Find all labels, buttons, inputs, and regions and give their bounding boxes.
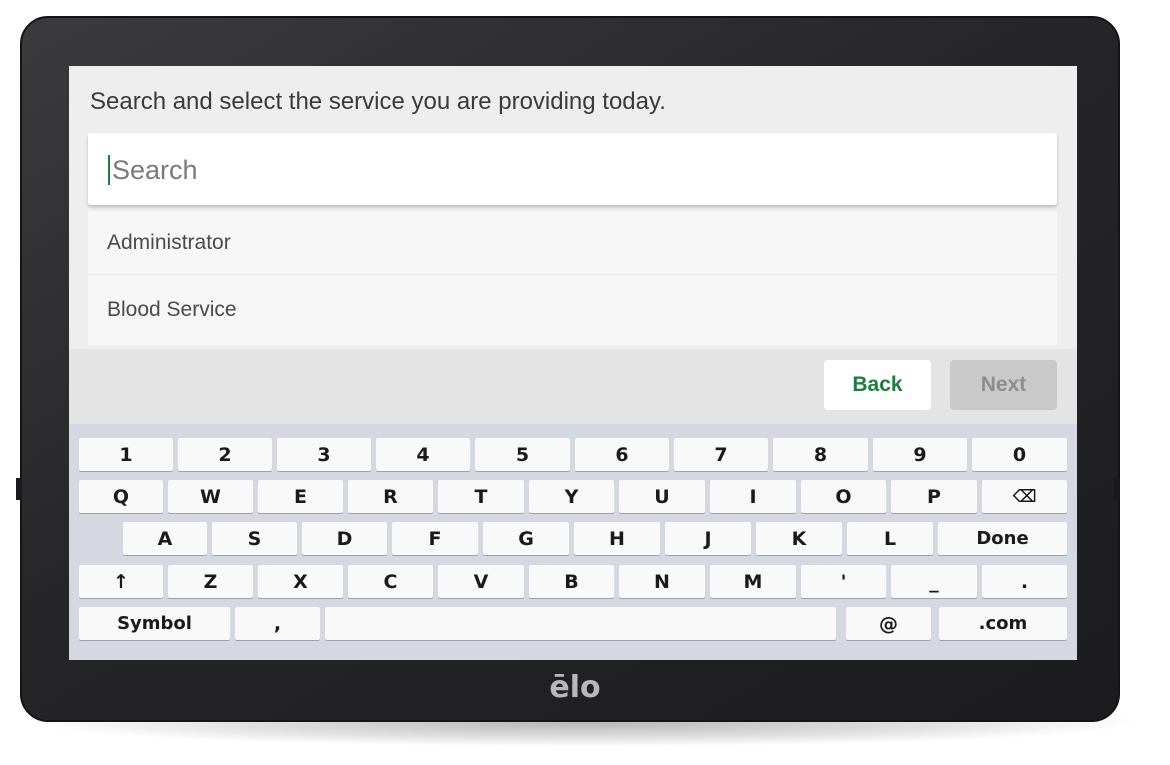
key-0[interactable]: 0 (972, 438, 1067, 471)
list-item-blood-service[interactable]: Blood Service (88, 275, 1057, 345)
period-key[interactable]: . (982, 565, 1067, 598)
elo-logo: ēlo (549, 670, 601, 705)
key-7[interactable]: 7 (674, 438, 768, 471)
key-o[interactable]: O (801, 480, 886, 513)
key-j[interactable]: J (665, 522, 751, 555)
key-k[interactable]: K (756, 522, 842, 555)
key-2[interactable]: 2 (178, 438, 272, 471)
dotcom-key[interactable]: .com (939, 607, 1067, 640)
instruction-text: Search and select the service you are pr… (90, 88, 666, 115)
key-w[interactable]: W (168, 480, 253, 513)
done-key[interactable]: Done (938, 522, 1067, 555)
key-s[interactable]: S (212, 522, 297, 555)
key-u[interactable]: U (619, 480, 705, 513)
key-4[interactable]: 4 (376, 438, 470, 471)
key-e[interactable]: E (258, 480, 343, 513)
left-side-button (16, 478, 22, 500)
key-3[interactable]: 3 (277, 438, 371, 471)
backspace-key[interactable]: ⌫ (982, 480, 1067, 513)
key-g[interactable]: G (483, 522, 569, 555)
search-box[interactable] (88, 133, 1057, 205)
key-l[interactable]: L (847, 522, 933, 555)
search-input[interactable] (110, 147, 1034, 193)
key-q[interactable]: Q (79, 480, 163, 513)
on-screen-keyboard: 1 2 3 4 5 6 7 8 9 0 Q W E R T Y U I O P ⌫ A S D F G H J K L Done ↑ Z X C V B… (69, 424, 1077, 660)
key-t[interactable]: T (438, 480, 524, 513)
key-f[interactable]: F (392, 522, 478, 555)
action-bar: Back Next (69, 349, 1077, 424)
right-side-button (1114, 478, 1120, 500)
back-button[interactable]: Back (824, 360, 931, 410)
next-button[interactable]: Next (950, 360, 1057, 410)
shift-key[interactable]: ↑ (79, 565, 163, 598)
key-p[interactable]: P (891, 480, 977, 513)
key-c[interactable]: C (348, 565, 433, 598)
key-n[interactable]: N (619, 565, 705, 598)
service-list: Administrator Blood Service (88, 211, 1057, 345)
key-z[interactable]: Z (168, 565, 253, 598)
key-i[interactable]: I (710, 480, 796, 513)
key-5[interactable]: 5 (475, 438, 570, 471)
key-v[interactable]: V (438, 565, 524, 598)
kiosk-screen: Search and select the service you are pr… (69, 66, 1077, 660)
space-key[interactable] (325, 607, 836, 640)
key-8[interactable]: 8 (773, 438, 868, 471)
key-x[interactable]: X (258, 565, 343, 598)
apostrophe-key[interactable]: ' (801, 565, 886, 598)
key-r[interactable]: R (348, 480, 433, 513)
key-6[interactable]: 6 (575, 438, 669, 471)
list-item-administrator[interactable]: Administrator (88, 211, 1057, 275)
key-a[interactable]: A (123, 522, 207, 555)
key-9[interactable]: 9 (873, 438, 967, 471)
key-d[interactable]: D (302, 522, 387, 555)
key-y[interactable]: Y (529, 480, 614, 513)
symbol-key[interactable]: Symbol (79, 607, 230, 640)
at-key[interactable]: @ (846, 607, 931, 640)
key-m[interactable]: M (710, 565, 796, 598)
underscore-key[interactable]: _ (891, 565, 977, 598)
key-1[interactable]: 1 (79, 438, 173, 471)
key-h[interactable]: H (574, 522, 660, 555)
key-b[interactable]: B (529, 565, 614, 598)
comma-key[interactable]: , (235, 607, 320, 640)
